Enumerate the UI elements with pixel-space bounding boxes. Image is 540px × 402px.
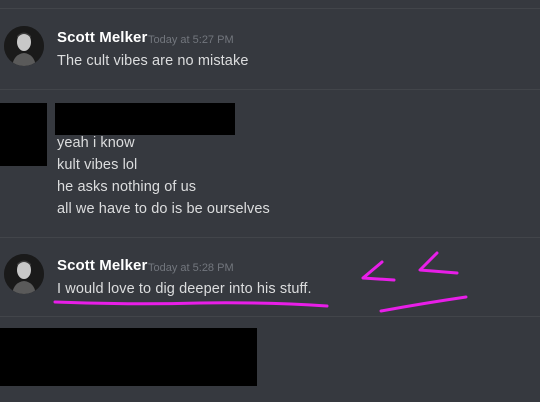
message-text: kult vibes lol: [57, 157, 138, 173]
message-divider: [0, 237, 540, 238]
message-divider: [0, 316, 540, 317]
arrow-mark-annotation: [361, 260, 396, 282]
message-timestamp: Today at 5:27 PM: [148, 34, 234, 46]
message-text: I would love to dig deeper into his stuf…: [57, 281, 312, 297]
redacted-message: [0, 328, 257, 386]
avatar[interactable]: [4, 254, 44, 294]
message-text: all we have to do is be ourselves: [57, 201, 270, 217]
message-author[interactable]: Scott Melker: [57, 257, 147, 274]
redacted-avatar: [0, 103, 47, 166]
dash-annotation: [379, 295, 468, 313]
underline-annotation: [53, 300, 329, 308]
message-divider: [0, 89, 540, 90]
message-text: he asks nothing of us: [57, 179, 197, 195]
avatar[interactable]: [4, 26, 44, 66]
avatar-portrait-icon: [4, 26, 44, 66]
redacted-username: [55, 103, 235, 135]
message-timestamp: Today at 5:28 PM: [148, 262, 234, 274]
avatar-portrait-icon: [4, 254, 44, 294]
arrow-mark-annotation: [418, 251, 459, 275]
message-author[interactable]: Scott Melker: [57, 29, 147, 46]
message-text: yeah i know: [57, 135, 135, 151]
top-divider: [0, 8, 540, 9]
message-text: The cult vibes are no mistake: [57, 53, 249, 69]
